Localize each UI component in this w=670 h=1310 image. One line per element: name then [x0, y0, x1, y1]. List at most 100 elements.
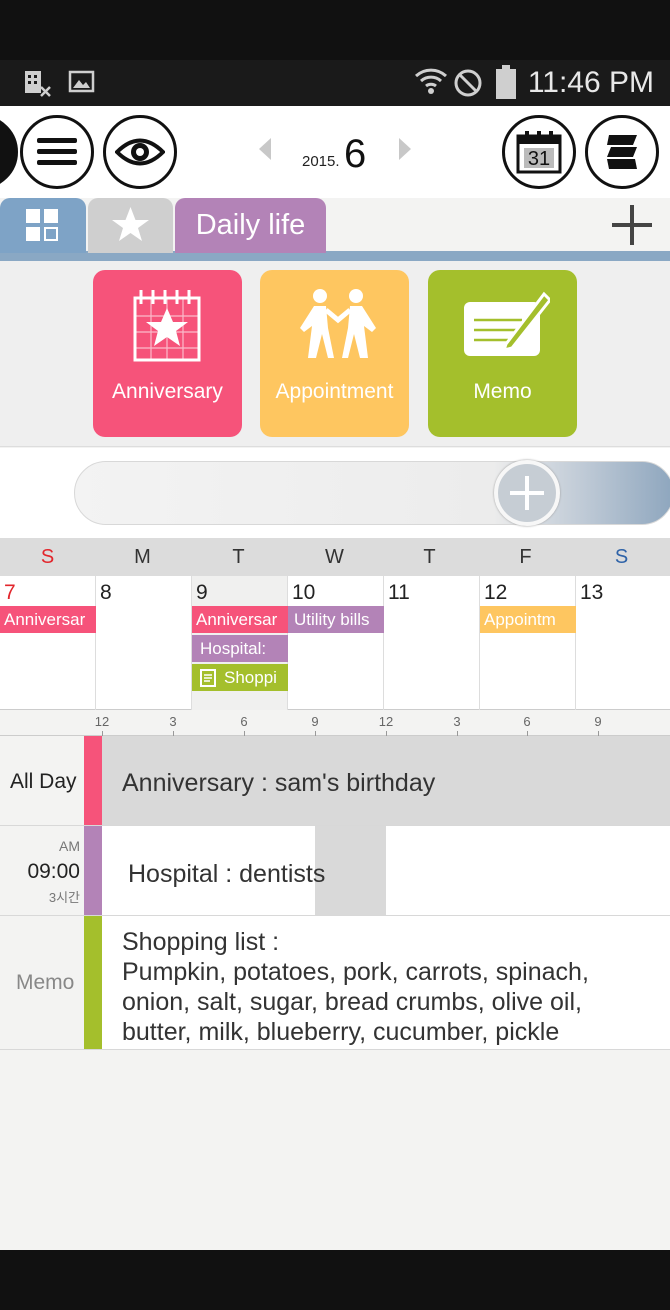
event-chip[interactable]: Anniversar: [192, 606, 288, 633]
time-tick: 3: [169, 714, 177, 729]
quick-anniversary-label: Anniversary: [112, 380, 223, 403]
quick-appointment-label: Appointment: [275, 380, 394, 403]
day-number: 11: [388, 581, 410, 604]
battery-icon: [496, 65, 516, 99]
agenda-label: Memo: [0, 916, 84, 1049]
event-chip[interactable]: Utility bills: [288, 606, 384, 633]
quick-appointment-button[interactable]: Appointment: [260, 270, 409, 437]
time-tick: 12: [378, 714, 394, 729]
time-tick: 6: [523, 714, 531, 729]
memo-label: Memo: [16, 971, 75, 994]
status-time: 11:46 PM: [527, 66, 654, 99]
event-duration: 3시간: [48, 890, 80, 905]
layers-button[interactable]: [585, 115, 659, 189]
eye-icon: [115, 138, 165, 166]
day-number: 12: [484, 581, 508, 604]
appointment-icon: [300, 289, 376, 358]
wifi-icon: [414, 68, 448, 94]
back-button[interactable]: [0, 115, 18, 189]
agenda-label: AM 09:00 3시간: [0, 826, 84, 915]
tab-favorites[interactable]: [88, 198, 173, 253]
weekday-tue: T: [232, 546, 245, 568]
quick-anniversary-button[interactable]: Anniversary: [93, 270, 242, 437]
app: 2015. 6 31 Daily life Anniversary Appoin…: [0, 106, 670, 1250]
weekday-fri: F: [519, 546, 532, 568]
quick-memo-button[interactable]: Memo: [428, 270, 577, 437]
memo-line: butter, milk, blueberry, cucumber, pickl…: [122, 1018, 560, 1046]
day-number: 8: [100, 581, 112, 604]
menu-button[interactable]: [20, 115, 94, 189]
day-cell-13[interactable]: 13: [576, 576, 670, 710]
weekday-header: S M T W T F S: [0, 538, 670, 576]
calendar-31-label: 31: [528, 148, 550, 170]
allday-event-text: Anniversary : sam's birthday: [122, 769, 436, 797]
plus-icon[interactable]: [610, 203, 654, 247]
header-bar: 2015. 6 31: [0, 106, 670, 198]
screen: 11:46 PM 2015. 6 31 Daily life Anniversa…: [0, 0, 670, 1310]
navigation-bar: [0, 1250, 670, 1310]
agenda-content: Shopping list : Pumpkin, potatoes, pork,…: [102, 916, 670, 1049]
time-tick: 3: [453, 714, 461, 729]
week-grid: 7 Anniversar 8 9 Anniversar Hospital: Sh…: [0, 576, 670, 710]
current-month: 6: [344, 132, 367, 176]
current-year: 2015.: [302, 153, 340, 170]
day-cell-11[interactable]: 11: [384, 576, 480, 710]
event-chip[interactable]: Appointm: [480, 606, 576, 633]
agenda-label: All Day: [0, 736, 84, 825]
memo-small-icon: [200, 669, 216, 687]
ampm-label: AM: [59, 838, 80, 854]
day-number: 10: [292, 581, 316, 604]
memo-line: Pumpkin, potatoes, pork, carrots, spinac…: [122, 958, 589, 986]
star-icon: [112, 207, 149, 241]
time-ruler: 12 3 6 9 12 3 6 9: [0, 711, 670, 736]
grid-icon: [26, 209, 58, 241]
category-color-bar: [84, 826, 102, 915]
category-tabs: Daily life: [0, 198, 670, 261]
day-number: 13: [580, 581, 604, 604]
add-icon[interactable]: [494, 460, 560, 526]
weekday-thu: T: [423, 546, 436, 568]
prev-month-icon[interactable]: [259, 138, 271, 160]
layers-icon: [607, 135, 637, 169]
month-navigator: 2015. 6: [255, 128, 415, 178]
agenda-row-memo[interactable]: Memo Shopping list : Pumpkin, potatoes, …: [0, 916, 670, 1050]
category-color-bar: [84, 916, 102, 1049]
event-chip[interactable]: Anniversar: [0, 606, 96, 633]
category-color-bar: [84, 736, 102, 825]
view-button[interactable]: [103, 115, 177, 189]
event-time: 09:00: [27, 860, 80, 883]
next-month-icon[interactable]: [399, 138, 411, 160]
tab-daily-life[interactable]: Daily life: [175, 198, 326, 253]
agenda-content: Hospital : dentists: [102, 826, 670, 915]
calendar-31-icon: 31: [516, 131, 562, 174]
time-tick: 12: [94, 714, 110, 729]
event-chip[interactable]: Hospital:: [192, 635, 288, 662]
hospital-event-text: Hospital : dentists: [128, 860, 326, 888]
time-tick: 6: [240, 714, 248, 729]
time-block: [315, 826, 386, 915]
status-bar: 11:46 PM: [0, 60, 670, 106]
day-cell-12[interactable]: 12 Appointm: [480, 576, 576, 710]
menu-icon: [37, 138, 77, 165]
memo-line: Shopping list :: [122, 928, 280, 956]
day-cell-8[interactable]: 8: [96, 576, 192, 710]
allday-label: All Day: [10, 770, 77, 793]
quick-add-slider[interactable]: [74, 461, 670, 525]
agenda-row-hospital[interactable]: AM 09:00 3시간 Hospital : dentists: [0, 826, 670, 916]
weekday-mon: M: [134, 546, 151, 568]
day-cell-7[interactable]: 7 Anniversar: [0, 576, 96, 710]
tab-all[interactable]: [0, 198, 86, 253]
weekday-wed: W: [325, 546, 344, 568]
time-tick: 9: [594, 714, 602, 729]
today-button[interactable]: 31: [502, 115, 576, 189]
day-cell-10[interactable]: 10 Utility bills: [288, 576, 384, 710]
day-number: 7: [4, 581, 16, 604]
agenda-content: Anniversary : sam's birthday: [102, 736, 670, 825]
quick-memo-label: Memo: [473, 380, 532, 403]
day-cell-9[interactable]: 9 Anniversar Hospital: Shoppi: [192, 576, 288, 710]
agenda-row-allday[interactable]: All Day Anniversary : sam's birthday: [0, 736, 670, 826]
time-tick: 9: [311, 714, 319, 729]
memo-text: Shopping list : Pumpkin, potatoes, pork,…: [122, 927, 589, 1047]
day-number: 9: [196, 581, 208, 604]
weekday-sun: S: [40, 546, 55, 568]
